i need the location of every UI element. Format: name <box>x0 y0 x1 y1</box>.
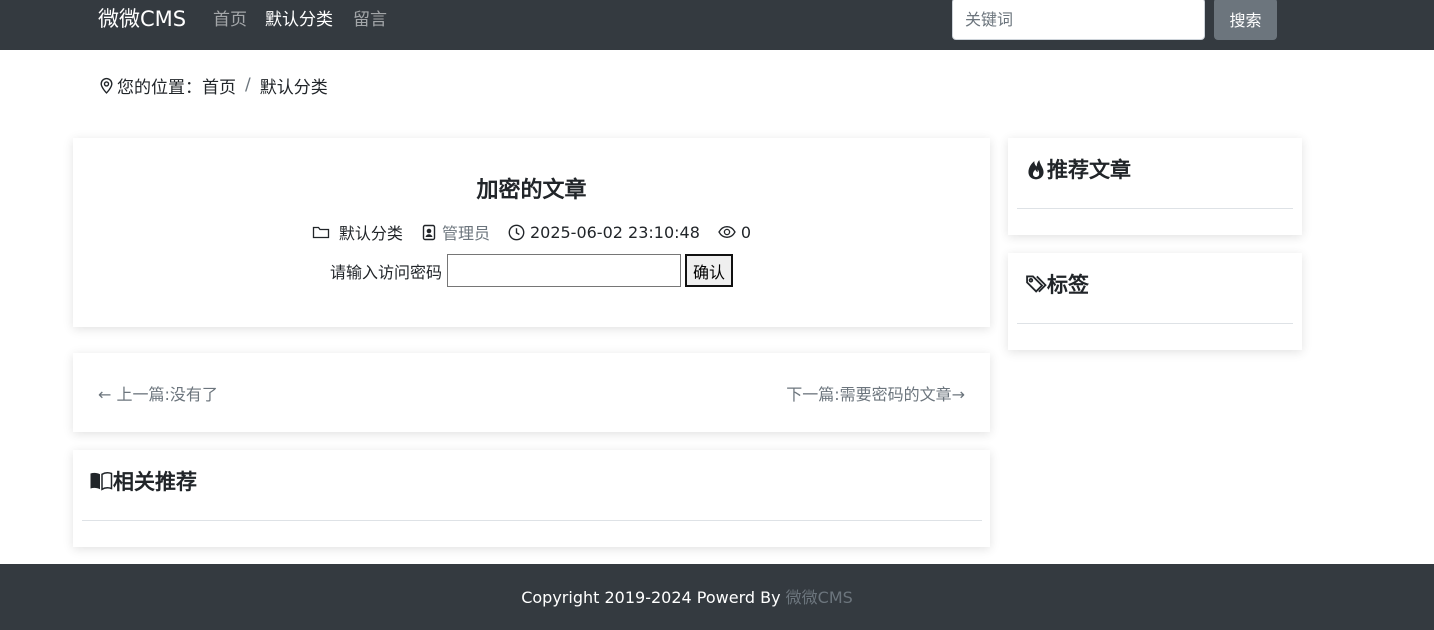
person-badge-icon <box>422 224 436 240</box>
recommended-heading: 推荐文章 <box>1025 154 1131 184</box>
meta-datetime: 2025-06-02 23:10:48 <box>508 223 700 242</box>
password-prompt: 请输入访问密码 <box>329 262 442 282</box>
recommended-heading-label: 推荐文章 <box>1047 158 1131 182</box>
meta-datetime-label: 2025-06-02 23:10:48 <box>529 222 700 242</box>
related-heading-label: 相关推荐 <box>113 470 197 494</box>
eye-icon <box>718 226 736 238</box>
fire-icon <box>1028 160 1044 180</box>
tags-heading: 标签 <box>1025 269 1089 299</box>
breadcrumb-home[interactable]: 首页 <box>202 73 236 98</box>
location-pin-icon <box>100 77 113 94</box>
nav-default-category[interactable]: 默认分类 <box>265 9 333 31</box>
prev-post-link[interactable]: ← 上一篇:没有了 <box>98 381 218 405</box>
top-navbar: 微微CMS 首页 默认分类 留言 搜索 <box>0 0 1434 50</box>
breadcrumb-separator: / <box>245 75 251 95</box>
next-post-link[interactable]: 下一篇:需要密码的文章→ <box>786 381 965 405</box>
meta-category-label: 默认分类 <box>338 224 403 243</box>
tags-card <box>1008 253 1302 350</box>
book-icon <box>90 472 113 491</box>
breadcrumb: 您的位置： 首页 / 默认分类 <box>98 73 328 98</box>
brand-logo[interactable]: 微微CMS <box>98 6 186 32</box>
password-form: 请输入访问密码 确认 <box>0 254 1063 287</box>
recommended-card <box>1008 138 1302 235</box>
footer-copyright-text: Copyright 2019-2024 Powerd By <box>521 588 786 607</box>
related-divider <box>82 520 982 521</box>
search-button[interactable]: 搜索 <box>1214 0 1277 40</box>
tags-icon <box>1026 275 1047 293</box>
related-heading: 相关推荐 <box>89 466 197 496</box>
post-meta: 默认分类 管理员 2025-06-02 23:10:48 0 <box>0 220 1063 244</box>
post-title: 加密的文章 <box>476 178 587 203</box>
folder-icon <box>312 226 330 239</box>
related-card <box>73 450 990 547</box>
breadcrumb-category[interactable]: 默认分类 <box>260 73 328 98</box>
footer-copyright: Copyright 2019-2024 Powerd By 微微CMS <box>0 584 1374 608</box>
password-input[interactable] <box>447 254 681 287</box>
nav-guestbook[interactable]: 留言 <box>353 9 387 31</box>
meta-views: 0 <box>718 223 751 242</box>
meta-views-count: 0 <box>740 222 752 242</box>
search-input[interactable] <box>952 0 1205 40</box>
nav-home[interactable]: 首页 <box>213 9 247 31</box>
meta-author-link[interactable]: 管理员 <box>442 220 490 244</box>
meta-author: 管理员 <box>421 220 490 244</box>
tags-divider <box>1017 323 1293 324</box>
footer-brand-link[interactable]: 微微CMS <box>786 588 853 607</box>
recommended-divider <box>1017 208 1293 209</box>
tags-heading-label: 标签 <box>1047 273 1089 297</box>
clock-icon <box>508 224 525 240</box>
meta-category: 默认分类 <box>312 220 403 244</box>
confirm-button[interactable]: 确认 <box>685 254 734 287</box>
breadcrumb-prefix: 您的位置： <box>117 77 202 98</box>
